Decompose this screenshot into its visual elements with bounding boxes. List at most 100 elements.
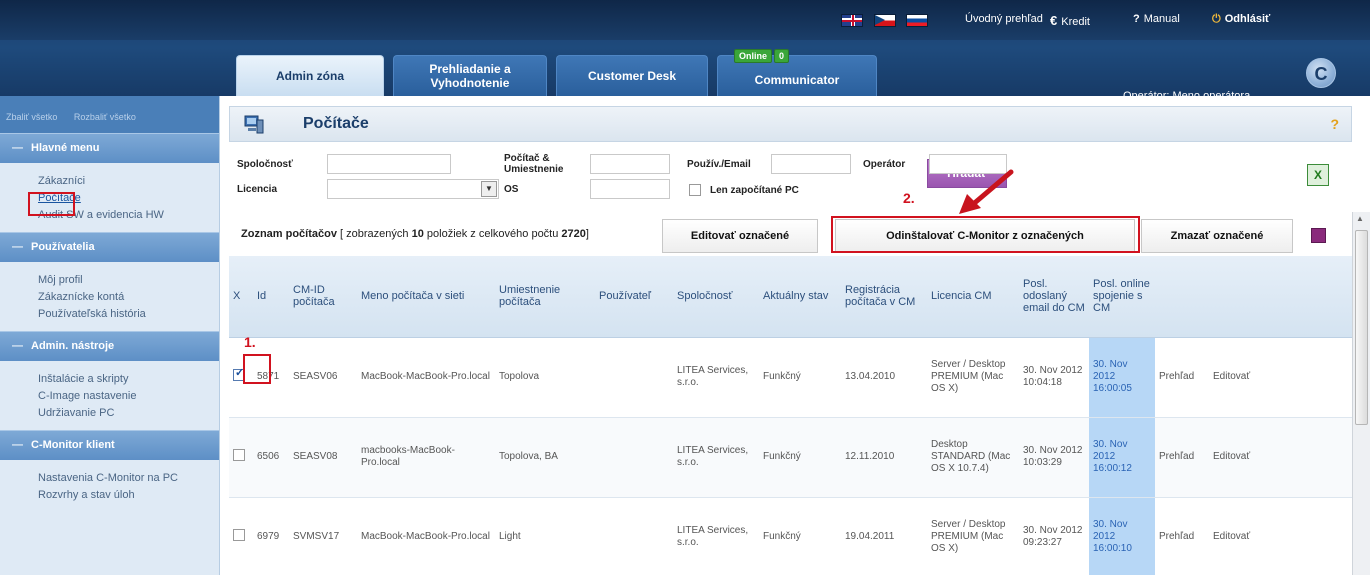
save-icon[interactable] — [1311, 228, 1326, 243]
col-header-select[interactable]: X — [229, 256, 253, 338]
col-header-status[interactable]: Aktuálny stav — [759, 256, 841, 338]
col-header-user[interactable]: Používateľ — [595, 256, 673, 338]
cell-status: Funkčný — [759, 337, 841, 418]
annotation-box-uninstall — [831, 216, 1140, 253]
excel-export-icon[interactable]: X — [1307, 164, 1329, 186]
company-input[interactable] — [327, 154, 451, 174]
overview-link[interactable]: Prehľad — [1155, 417, 1209, 498]
computers-table: X Id CM-ID počítača Meno počítača v siet… — [229, 256, 1352, 575]
cell-location: Light — [495, 497, 595, 575]
scroll-thumb[interactable] — [1355, 230, 1368, 425]
sidebar-item-pc-maintenance[interactable]: Udržiavanie PC — [38, 405, 219, 422]
col-header-last-online[interactable]: Posl. online spojenie s CM — [1089, 256, 1155, 338]
cell-company: LITEA Services, s.r.o. — [673, 417, 759, 498]
row-checkbox[interactable] — [233, 449, 245, 461]
sidebar-item-my-profile[interactable]: Môj profil — [38, 272, 219, 289]
cell-last-email: 30. Nov 2012 10:03:29 — [1019, 417, 1089, 498]
slovak-flag-icon[interactable] — [906, 14, 928, 27]
delete-selected-button[interactable]: Zmazať označené — [1141, 219, 1293, 253]
english-flag-icon[interactable] — [841, 14, 863, 27]
sidebar-item-customers[interactable]: Zákazníci — [38, 173, 219, 190]
sidebar-item-user-history[interactable]: Používateľská história — [38, 306, 219, 323]
cell-user — [595, 417, 673, 498]
overview-link[interactable]: Prehľad — [1155, 337, 1209, 418]
sidebar-section-admin-tools[interactable]: Admin. nástroje — [0, 331, 219, 361]
tab-review[interactable]: Prehliadanie a Vyhodnotenie — [393, 55, 547, 96]
sidebar-item-c-monitor-settings[interactable]: Nastavenia C-Monitor na PC — [38, 470, 219, 487]
cell-last-online: 30. Nov 2012 16:00:10 — [1089, 497, 1155, 575]
cell-registered: 19.04.2011 — [841, 497, 927, 575]
table-row[interactable]: 5871SEASV06MacBook-MacBook-Pro.localTopo… — [229, 337, 1352, 418]
vertical-scrollbar[interactable]: ▲ — [1352, 212, 1370, 575]
col-header-last-email[interactable]: Posl. odoslaný email do CM — [1019, 256, 1089, 338]
col-header-location[interactable]: Umiestnenie počítača — [495, 256, 595, 338]
edit-link[interactable]: Editovať — [1209, 417, 1352, 498]
sidebar-item-c-image[interactable]: C-Image nastavenie — [38, 388, 219, 405]
sidebar-section-users[interactable]: Používatelia — [0, 232, 219, 262]
cell-cm-id: SEASV08 — [289, 417, 357, 498]
c-monitor-logo: C — [1306, 58, 1336, 88]
expand-all-link[interactable]: Rozbaliť všetko — [74, 112, 136, 122]
col-header-pc-name[interactable]: Meno počítača v sieti — [357, 256, 495, 338]
sidebar-item-customer-accounts[interactable]: Zákaznícke kontá — [38, 289, 219, 306]
scroll-up-icon[interactable]: ▲ — [1356, 214, 1364, 223]
cell-cm-id: SVMSV17 — [289, 497, 357, 575]
cell-license: Server / Desktop PREMIUM (Mac OS X) — [927, 337, 1019, 418]
table-row[interactable]: 6979 SVMSV17 MacBook-MacBook-Pro.local Ligh… — [229, 497, 1352, 575]
page-title: Počítače — [303, 115, 369, 132]
help-icon[interactable]: ? — [1330, 116, 1339, 132]
license-label: Licencia — [237, 184, 278, 195]
overview-link[interactable]: Úvodný prehľad — [965, 13, 1043, 25]
edit-link[interactable]: Editovať — [1209, 337, 1352, 418]
annotation-step-2: 2. — [903, 190, 915, 206]
sidebar-section-main-menu[interactable]: Hlavné menu — [0, 133, 219, 163]
cell-registered: 13.04.2010 — [841, 337, 927, 418]
app-header: Úvodný prehľad € Kredit ? Manual ⏻ Odhlásiť… — [0, 0, 1370, 102]
col-header-license[interactable]: Licencia CM — [927, 256, 1019, 338]
col-header-registered[interactable]: Registrácia počítača v CM — [841, 256, 927, 338]
started-only-label: Len započítané PC — [710, 185, 799, 196]
col-header-id[interactable]: Id — [253, 256, 289, 338]
edit-link[interactable]: Editovať — [1209, 497, 1352, 575]
credit-link[interactable]: € Kredit — [1050, 13, 1090, 28]
main-content: Počítače ? Spoločnosť Licencia ▼ Počítač… — [229, 106, 1352, 575]
pc-location-input[interactable] — [590, 154, 670, 174]
logout-link[interactable]: ⏻ Odhlásiť — [1212, 13, 1270, 26]
sidebar-toggles: Zbaliť všetko Rozbaliť všetko — [0, 96, 219, 133]
cell-last-online: 30. Nov 2012 16:00:05 — [1089, 337, 1155, 418]
tab-admin-zone[interactable]: Admin zóna — [236, 55, 384, 96]
logout-label: Odhlásiť — [1224, 13, 1271, 25]
cell-last-email: 30. Nov 2012 09:23:27 — [1019, 497, 1089, 575]
cell-registered: 12.11.2010 — [841, 417, 927, 498]
sidebar-item-schedules[interactable]: Rozvrhy a stav úloh — [38, 487, 219, 504]
col-header-cm-id[interactable]: CM-ID počítača — [289, 256, 357, 338]
row-select-cell — [229, 497, 253, 575]
sidebar-section-c-monitor-client[interactable]: C-Monitor klient — [0, 430, 219, 460]
collapse-all-link[interactable]: Zbaliť všetko — [6, 112, 57, 122]
user-email-input[interactable] — [771, 154, 851, 174]
manual-link[interactable]: ? Manual — [1133, 13, 1180, 25]
cell-last-email: 30. Nov 2012 10:04:18 — [1019, 337, 1089, 418]
started-only-checkbox[interactable] — [689, 184, 701, 196]
col-header-company[interactable]: Spoločnosť — [673, 256, 759, 338]
computer-icon — [244, 115, 264, 134]
czech-flag-icon[interactable] — [874, 14, 896, 27]
cell-id: 6506 — [253, 417, 289, 498]
sidebar: Zbaliť všetko Rozbaliť všetko Hlavné men… — [0, 96, 220, 575]
tab-customer-desk[interactable]: Customer Desk — [556, 55, 708, 96]
annotation-arrow-icon — [959, 169, 1014, 214]
edit-selected-button[interactable]: Editovať označené — [662, 219, 818, 253]
os-input[interactable] — [590, 179, 670, 199]
license-select[interactable]: ▼ — [327, 179, 499, 199]
cell-company: LITEA Services, s.r.o. — [673, 497, 759, 575]
row-checkbox[interactable] — [233, 529, 245, 541]
sidebar-item-installations[interactable]: Inštalácie a skripty — [38, 371, 219, 388]
tab-review-label: Prehliadanie a Vyhodnotenie — [429, 62, 511, 90]
cell-pc-name: macbooks-MacBook-Pro.local — [357, 417, 495, 498]
cell-cm-id: SEASV06 — [289, 337, 357, 418]
computers-table-wrap: X Id CM-ID počítača Meno počítača v siet… — [229, 256, 1352, 575]
os-label: OS — [504, 184, 519, 195]
table-row[interactable]: 6506 SEASV08 macbooks-MacBook-Pro.local Top… — [229, 417, 1352, 498]
cell-location: Topolova, BA — [495, 417, 595, 498]
overview-link[interactable]: Prehľad — [1155, 497, 1209, 575]
